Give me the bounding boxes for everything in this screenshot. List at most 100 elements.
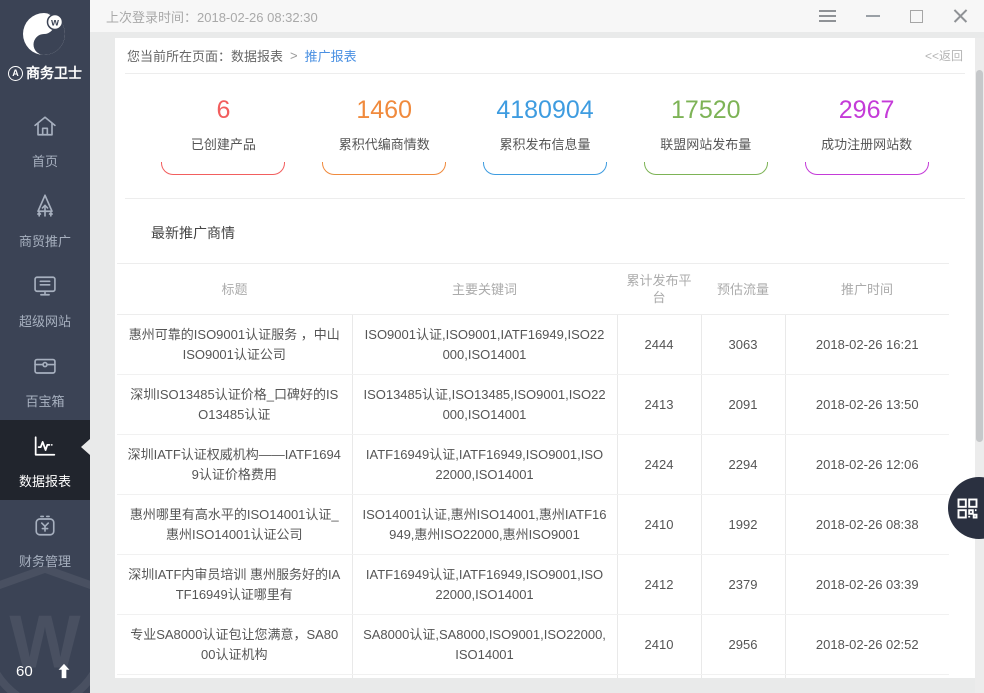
sidebar-item-label: 首页 (0, 151, 90, 170)
cell-time: 2018-02-26 08:38 (785, 495, 949, 555)
divider (125, 198, 965, 199)
minimize-button[interactable] (866, 15, 880, 17)
stat-value: 2967 (786, 96, 947, 125)
breadcrumb-separator: > (290, 48, 298, 63)
cell-keywords: ISO22000认证,ISO22000,ISO9001,QC080 (352, 675, 617, 679)
sidebar-item-report[interactable]: 数据报表 (0, 420, 90, 500)
cell-time: 2018-02-26 16:21 (785, 315, 949, 375)
maximize-button[interactable] (910, 10, 923, 23)
cell-time: 2018-02-26 03:39 (785, 555, 949, 615)
back-link[interactable]: <<返回 (925, 47, 963, 64)
stat-label: 累积发布信息量 (465, 134, 626, 153)
arrow-up-icon[interactable] (54, 661, 74, 681)
stat-underline (805, 162, 929, 175)
sidebar-item-finance[interactable]: 财务管理 (0, 500, 90, 580)
svg-text:w: w (50, 18, 59, 29)
cell-keywords: ISO9001认证,ISO9001,IATF16949,ISO22000,ISO… (352, 315, 617, 375)
cell-platforms (617, 675, 701, 679)
table-row: 专业SA8000认证包让您满意，SA8000认证机构SA8000认证,SA800… (117, 615, 949, 675)
sidebar-item-label: 商贸推广 (0, 231, 90, 250)
stat-label: 累积代编商情数 (304, 134, 465, 153)
column-header: 标题 (117, 264, 352, 315)
table-row: 深圳ISO13485认证价格_口碑好的ISO13485认证ISO13485认证,… (117, 375, 949, 435)
stats-row: 6已创建产品1460累积代编商情数4180904累积发布信息量17520联盟网站… (115, 74, 975, 198)
cell-platforms: 2424 (617, 435, 701, 495)
cell-keywords: ISO13485认证,ISO13485,ISO9001,ISO22000,ISO… (352, 375, 617, 435)
stat-card-published-info: 4180904 累积发布信息量 (465, 96, 626, 175)
cell-time (785, 675, 949, 679)
column-header: 累计发布平台 (617, 264, 701, 315)
scrollbar-track[interactable] (975, 38, 984, 693)
brand-badge-icon: A (8, 66, 23, 81)
yinyang-logo-icon: w (21, 10, 69, 58)
stat-card-registered-sites: 2967 成功注册网站数 (786, 96, 947, 175)
sidebar-item-label: 超级网站 (0, 311, 90, 330)
table-row: ISO22000认证咨询，想要放心的ISO22000ISO22000认证,ISO… (117, 675, 949, 679)
cell-keywords: ISO14001认证,惠州ISO14001,惠州IATF16949,惠州ISO2… (352, 495, 617, 555)
cell-platforms: 2412 (617, 555, 701, 615)
stat-underline (644, 162, 768, 175)
sidebar-count: 60 (16, 663, 33, 680)
stat-underline (322, 162, 446, 175)
cell-keywords: SA8000认证,SA8000,ISO9001,ISO22000,ISO1400… (352, 615, 617, 675)
website-icon (31, 272, 59, 300)
menu-icon[interactable] (819, 10, 836, 22)
cell-platforms: 2444 (617, 315, 701, 375)
cell-title: 深圳IATF内审员培训 惠州服务好的IATF16949认证哪里有 (117, 555, 352, 615)
cell-title: ISO22000认证咨询，想要放心的ISO22000 (117, 675, 352, 679)
stat-value: 4180904 (465, 96, 626, 125)
cell-traffic: 3063 (701, 315, 785, 375)
stat-underline (483, 162, 607, 175)
breadcrumb-prefix: 您当前所在页面：数据报表 (127, 46, 283, 65)
cell-traffic: 2091 (701, 375, 785, 435)
toolbox-icon (31, 352, 59, 380)
section-title: 最新推广商情 (151, 223, 975, 243)
column-header: 主要关键词 (352, 264, 617, 315)
report-table: 标题主要关键词累计发布平台预估流量推广时间 惠州可靠的ISO9001认证服务 ，… (117, 263, 949, 678)
breadcrumb: 您当前所在页面：数据报表 > 推广报表 <<返回 (115, 38, 975, 73)
column-header: 推广时间 (785, 264, 949, 315)
sidebar-item-promotion[interactable]: 商贸推广 (0, 180, 90, 260)
stat-label: 成功注册网站数 (786, 134, 947, 153)
sidebar-item-label: 百宝箱 (0, 391, 90, 410)
titlebar: 上次登录时间：2018-02-26 08:32:30 (90, 0, 984, 32)
home-icon (31, 112, 59, 140)
cell-keywords: IATF16949认证,IATF16949,ISO9001,ISO22000,I… (352, 555, 617, 615)
cell-title: 专业SA8000认证包让您满意，SA8000认证机构 (117, 615, 352, 675)
cell-traffic: 2294 (701, 435, 785, 495)
qr-code-icon (954, 495, 981, 522)
table-row: 惠州可靠的ISO9001认证服务 ，中山ISO9001认证公司ISO9001认证… (117, 315, 949, 375)
sidebar-nav: 首页商贸推广超级网站百宝箱数据报表财务管理 (0, 100, 90, 580)
cell-platforms: 2410 (617, 615, 701, 675)
breadcrumb-current-link[interactable]: 推广报表 (305, 46, 357, 65)
finance-icon (31, 512, 59, 540)
cell-title: 惠州可靠的ISO9001认证服务 ，中山ISO9001认证公司 (117, 315, 352, 375)
close-button[interactable] (953, 9, 968, 24)
cell-keywords: IATF16949认证,IATF16949,ISO9001,ISO22000,I… (352, 435, 617, 495)
cell-traffic: 2379 (701, 555, 785, 615)
cell-time: 2018-02-26 02:52 (785, 615, 949, 675)
stat-value: 17520 (625, 96, 786, 125)
cell-title: 惠州哪里有高水平的ISO14001认证_惠州ISO14001认证公司 (117, 495, 352, 555)
brand-name: 商务卫士 (26, 63, 82, 83)
stat-card-compiled-info: 1460累积代编商情数 (304, 96, 465, 175)
sidebar-item-website[interactable]: 超级网站 (0, 260, 90, 340)
sidebar-item-toolbox[interactable]: 百宝箱 (0, 340, 90, 420)
cell-platforms: 2413 (617, 375, 701, 435)
table-row: 深圳IATF内审员培训 惠州服务好的IATF16949认证哪里有IATF1694… (117, 555, 949, 615)
sidebar-item-home[interactable]: 首页 (0, 100, 90, 180)
cell-traffic: 1992 (701, 495, 785, 555)
app-window: w A 商务卫士 首页商贸推广超级网站百宝箱数据报表财务管理 W 60 上次登录… (0, 0, 984, 693)
scrollbar-thumb[interactable] (976, 70, 983, 442)
cell-platforms: 2410 (617, 495, 701, 555)
stat-underline (161, 162, 285, 175)
stat-label: 已创建产品 (143, 134, 304, 153)
cell-time: 2018-02-26 12:06 (785, 435, 949, 495)
table-row: 深圳IATF认证权威机构——IATF16949认证价格费用IATF16949认证… (117, 435, 949, 495)
stat-value: 6 (143, 96, 304, 125)
app-logo: w (21, 10, 69, 58)
stat-card-created-products: 6 已创建产品 (143, 96, 304, 175)
last-login-text: 上次登录时间：2018-02-26 08:32:30 (106, 7, 819, 26)
table-row: 惠州哪里有高水平的ISO14001认证_惠州ISO14001认证公司ISO140… (117, 495, 949, 555)
sidebar-item-label: 数据报表 (0, 471, 90, 490)
